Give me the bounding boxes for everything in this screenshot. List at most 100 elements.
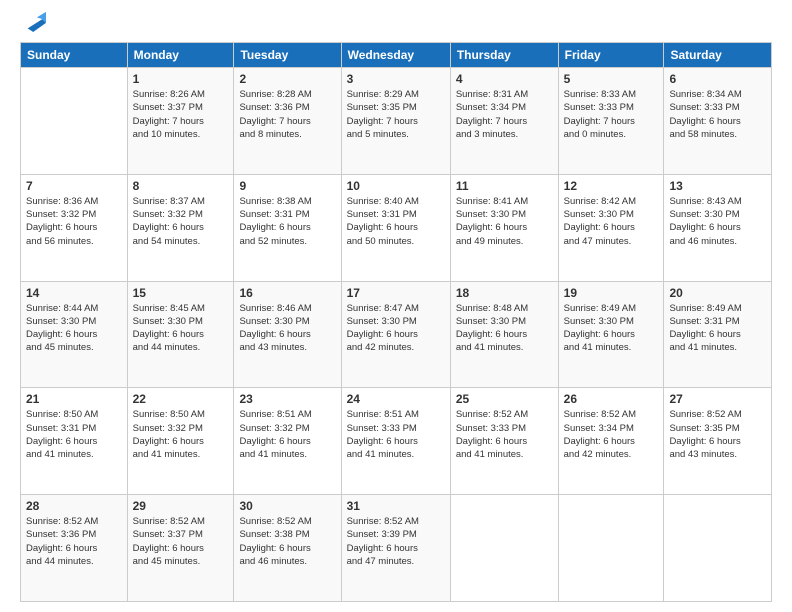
day-number: 19 [564, 286, 659, 300]
day-info: Sunrise: 8:37 AM Sunset: 3:32 PM Dayligh… [133, 195, 229, 248]
col-header-saturday: Saturday [664, 43, 772, 68]
day-cell-19: 19 Sunrise: 8:49 AM Sunset: 3:30 PM Dayli… [558, 281, 664, 388]
logo-icon [24, 10, 46, 32]
empty-cell [664, 495, 772, 602]
day-info: Sunrise: 8:50 AM Sunset: 3:32 PM Dayligh… [133, 408, 229, 461]
day-info: Sunrise: 8:52 AM Sunset: 3:35 PM Dayligh… [669, 408, 766, 461]
day-cell-27: 27Sunrise: 8:52 AM Sunset: 3:35 PM Dayli… [664, 388, 772, 495]
day-number: 18 [456, 286, 553, 300]
day-cell-10: 10Sunrise: 8:40 AM Sunset: 3:31 PM Dayli… [341, 174, 450, 281]
week-row-5: 28 Sunrise: 8:52 AM Sunset: 3:36 PM Dayli… [21, 495, 772, 602]
day-cell-26: 26Sunrise: 8:52 AM Sunset: 3:34 PM Dayli… [558, 388, 664, 495]
day-cell-12: 12Sunrise: 8:42 AM Sunset: 3:30 PM Dayli… [558, 174, 664, 281]
day-info: Sunrise: 8:44 AM Sunset: 3:30 PM Dayligh… [26, 302, 122, 355]
day-cell-31: 31 Sunrise: 8:52 AM Sunset: 3:39 PM Dayli… [341, 495, 450, 602]
day-info: Sunrise: 8:36 AM Sunset: 3:32 PM Dayligh… [26, 195, 122, 248]
day-info: Sunrise: 8:34 AM Sunset: 3:33 PM Dayligh… [669, 88, 766, 141]
day-cell-8: 8 Sunrise: 8:37 AM Sunset: 3:32 PM Daylig… [127, 174, 234, 281]
week-row-3: 14 Sunrise: 8:44 AM Sunset: 3:30 PM Dayli… [21, 281, 772, 388]
day-cell-3: 3 Sunrise: 8:29 AM Sunset: 3:35 PM Daylig… [341, 68, 450, 175]
day-info: Sunrise: 8:49 AM Sunset: 3:31 PM Dayligh… [669, 302, 766, 355]
day-number: 8 [133, 179, 229, 193]
day-number: 30 [239, 499, 335, 513]
week-row-4: 21Sunrise: 8:50 AM Sunset: 3:31 PM Dayli… [21, 388, 772, 495]
day-number: 9 [239, 179, 335, 193]
day-info: Sunrise: 8:41 AM Sunset: 3:30 PM Dayligh… [456, 195, 553, 248]
day-info: Sunrise: 8:52 AM Sunset: 3:37 PM Dayligh… [133, 515, 229, 568]
day-cell-14: 14 Sunrise: 8:44 AM Sunset: 3:30 PM Dayli… [21, 281, 128, 388]
day-number: 25 [456, 392, 553, 406]
day-number: 23 [239, 392, 335, 406]
day-number: 4 [456, 72, 553, 86]
day-info: Sunrise: 8:40 AM Sunset: 3:31 PM Dayligh… [347, 195, 445, 248]
day-info: Sunrise: 8:38 AM Sunset: 3:31 PM Dayligh… [239, 195, 335, 248]
day-info: Sunrise: 8:33 AM Sunset: 3:33 PM Dayligh… [564, 88, 659, 141]
day-cell-13: 13 Sunrise: 8:43 AM Sunset: 3:30 PM Dayli… [664, 174, 772, 281]
day-number: 7 [26, 179, 122, 193]
day-cell-11: 11 Sunrise: 8:41 AM Sunset: 3:30 PM Dayli… [450, 174, 558, 281]
day-info: Sunrise: 8:43 AM Sunset: 3:30 PM Dayligh… [669, 195, 766, 248]
day-cell-22: 22 Sunrise: 8:50 AM Sunset: 3:32 PM Dayli… [127, 388, 234, 495]
day-number: 20 [669, 286, 766, 300]
day-cell-7: 7 Sunrise: 8:36 AM Sunset: 3:32 PM Daylig… [21, 174, 128, 281]
day-cell-18: 18Sunrise: 8:48 AM Sunset: 3:30 PM Dayli… [450, 281, 558, 388]
day-cell-16: 16 Sunrise: 8:46 AM Sunset: 3:30 PM Dayli… [234, 281, 341, 388]
empty-cell [558, 495, 664, 602]
page: SundayMondayTuesdayWednesdayThursdayFrid… [0, 0, 792, 612]
day-cell-4: 4 Sunrise: 8:31 AM Sunset: 3:34 PM Daylig… [450, 68, 558, 175]
day-info: Sunrise: 8:28 AM Sunset: 3:36 PM Dayligh… [239, 88, 335, 141]
day-number: 6 [669, 72, 766, 86]
day-cell-20: 20 Sunrise: 8:49 AM Sunset: 3:31 PM Dayli… [664, 281, 772, 388]
empty-cell [21, 68, 128, 175]
day-info: Sunrise: 8:52 AM Sunset: 3:36 PM Dayligh… [26, 515, 122, 568]
day-number: 28 [26, 499, 122, 513]
day-info: Sunrise: 8:51 AM Sunset: 3:33 PM Dayligh… [347, 408, 445, 461]
day-number: 14 [26, 286, 122, 300]
day-info: Sunrise: 8:29 AM Sunset: 3:35 PM Dayligh… [347, 88, 445, 141]
day-info: Sunrise: 8:49 AM Sunset: 3:30 PM Dayligh… [564, 302, 659, 355]
col-header-tuesday: Tuesday [234, 43, 341, 68]
day-number: 1 [133, 72, 229, 86]
day-number: 31 [347, 499, 445, 513]
day-cell-1: 1 Sunrise: 8:26 AM Sunset: 3:37 PM Daylig… [127, 68, 234, 175]
day-info: Sunrise: 8:26 AM Sunset: 3:37 PM Dayligh… [133, 88, 229, 141]
header [20, 18, 772, 32]
day-cell-23: 23Sunrise: 8:51 AM Sunset: 3:32 PM Dayli… [234, 388, 341, 495]
day-number: 24 [347, 392, 445, 406]
day-cell-5: 5 Sunrise: 8:33 AM Sunset: 3:33 PM Daylig… [558, 68, 664, 175]
empty-cell [450, 495, 558, 602]
day-cell-2: 2 Sunrise: 8:28 AM Sunset: 3:36 PM Daylig… [234, 68, 341, 175]
col-header-sunday: Sunday [21, 43, 128, 68]
day-info: Sunrise: 8:52 AM Sunset: 3:39 PM Dayligh… [347, 515, 445, 568]
day-info: Sunrise: 8:31 AM Sunset: 3:34 PM Dayligh… [456, 88, 553, 141]
day-cell-24: 24 Sunrise: 8:51 AM Sunset: 3:33 PM Dayli… [341, 388, 450, 495]
day-number: 16 [239, 286, 335, 300]
day-cell-30: 30 Sunrise: 8:52 AM Sunset: 3:38 PM Dayli… [234, 495, 341, 602]
day-info: Sunrise: 8:46 AM Sunset: 3:30 PM Dayligh… [239, 302, 335, 355]
day-info: Sunrise: 8:47 AM Sunset: 3:30 PM Dayligh… [347, 302, 445, 355]
calendar-table: SundayMondayTuesdayWednesdayThursdayFrid… [20, 42, 772, 602]
day-number: 2 [239, 72, 335, 86]
day-number: 22 [133, 392, 229, 406]
day-number: 11 [456, 179, 553, 193]
week-row-2: 7 Sunrise: 8:36 AM Sunset: 3:32 PM Daylig… [21, 174, 772, 281]
day-info: Sunrise: 8:52 AM Sunset: 3:38 PM Dayligh… [239, 515, 335, 568]
logo [20, 18, 46, 32]
day-number: 26 [564, 392, 659, 406]
col-header-friday: Friday [558, 43, 664, 68]
day-number: 17 [347, 286, 445, 300]
day-number: 3 [347, 72, 445, 86]
col-header-monday: Monday [127, 43, 234, 68]
day-cell-15: 15 Sunrise: 8:45 AM Sunset: 3:30 PM Dayli… [127, 281, 234, 388]
day-info: Sunrise: 8:52 AM Sunset: 3:33 PM Dayligh… [456, 408, 553, 461]
day-number: 12 [564, 179, 659, 193]
day-info: Sunrise: 8:45 AM Sunset: 3:30 PM Dayligh… [133, 302, 229, 355]
day-cell-21: 21Sunrise: 8:50 AM Sunset: 3:31 PM Dayli… [21, 388, 128, 495]
col-header-thursday: Thursday [450, 43, 558, 68]
day-number: 5 [564, 72, 659, 86]
day-cell-29: 29Sunrise: 8:52 AM Sunset: 3:37 PM Dayli… [127, 495, 234, 602]
day-number: 15 [133, 286, 229, 300]
col-header-wednesday: Wednesday [341, 43, 450, 68]
day-number: 13 [669, 179, 766, 193]
day-number: 21 [26, 392, 122, 406]
